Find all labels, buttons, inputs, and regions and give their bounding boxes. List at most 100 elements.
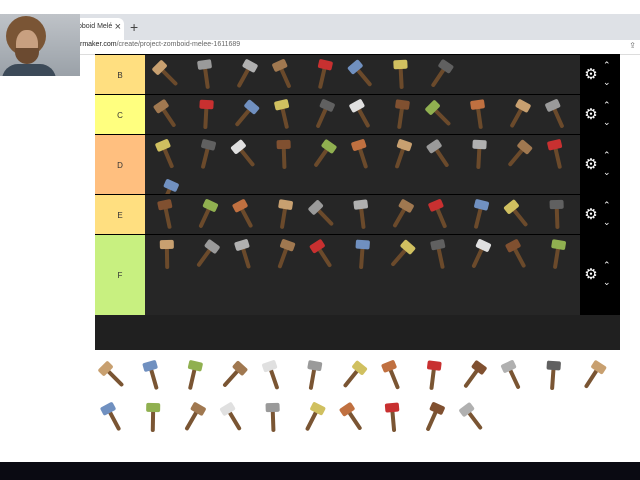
item-icon[interactable] <box>422 197 458 233</box>
tier-label[interactable]: B <box>95 55 145 95</box>
item-icon[interactable] <box>149 57 185 93</box>
pool-item-icon[interactable] <box>175 358 211 394</box>
pool-item-icon[interactable] <box>495 358 531 394</box>
pool-item-icon[interactable] <box>295 400 331 436</box>
item-icon[interactable] <box>383 137 419 173</box>
item-icon[interactable] <box>422 237 458 273</box>
pool-item-icon[interactable] <box>415 358 451 394</box>
chevron-down-icon[interactable]: ⌄ <box>603 117 611 128</box>
item-icon[interactable] <box>539 237 575 273</box>
item-icon[interactable] <box>188 57 224 93</box>
tier-label[interactable]: F <box>95 235 145 315</box>
item-icon[interactable] <box>227 197 263 233</box>
chevron-down-icon[interactable]: ⌄ <box>603 277 611 288</box>
item-icon[interactable] <box>305 237 341 273</box>
item-icon[interactable] <box>305 57 341 93</box>
item-icon[interactable] <box>344 237 380 273</box>
item-icon[interactable] <box>188 197 224 233</box>
chevron-up-icon[interactable]: ⌃ <box>603 60 611 71</box>
item-icon[interactable] <box>344 97 380 133</box>
pool-item-icon[interactable] <box>215 400 251 436</box>
tier-label[interactable]: D <box>95 135 145 195</box>
item-icon[interactable] <box>227 137 263 173</box>
item-icon[interactable] <box>188 237 224 273</box>
item-icon[interactable] <box>227 237 263 273</box>
item-icon[interactable] <box>539 197 575 233</box>
item-icon[interactable] <box>500 97 536 133</box>
item-icon[interactable] <box>383 57 419 93</box>
chevron-up-icon[interactable]: ⌃ <box>603 260 611 271</box>
pool-item-icon[interactable] <box>95 358 131 394</box>
item-icon[interactable] <box>539 137 575 173</box>
close-tab-icon[interactable]: × <box>115 21 121 33</box>
pool-item-icon[interactable] <box>255 400 291 436</box>
pool-item-icon[interactable] <box>175 400 211 436</box>
url-text[interactable]: rmaker.com/create/project-zomboid-melee-… <box>80 41 240 48</box>
pool-item-icon[interactable] <box>95 400 131 436</box>
new-tab-button[interactable]: + <box>130 19 138 35</box>
chevron-up-icon[interactable]: ⌃ <box>603 200 611 211</box>
item-icon[interactable] <box>188 97 224 133</box>
chevron-down-icon[interactable]: ⌄ <box>603 77 611 88</box>
pool-item-icon[interactable] <box>335 358 371 394</box>
pool-item-icon[interactable] <box>295 358 331 394</box>
item-icon[interactable] <box>539 97 575 133</box>
item-icon[interactable] <box>305 137 341 173</box>
chevron-down-icon[interactable]: ⌄ <box>603 217 611 228</box>
item-icon[interactable] <box>266 137 302 173</box>
item-icon[interactable] <box>266 57 302 93</box>
item-icon[interactable] <box>344 57 380 93</box>
item-icon[interactable] <box>344 197 380 233</box>
pool-item-icon[interactable] <box>135 358 171 394</box>
item-icon[interactable] <box>422 137 458 173</box>
item-icon[interactable] <box>500 197 536 233</box>
item-icon[interactable] <box>461 137 497 173</box>
item-icon[interactable] <box>266 237 302 273</box>
item-icon[interactable] <box>383 97 419 133</box>
share-icon[interactable]: ⇪ <box>629 41 636 50</box>
item-icon[interactable] <box>383 237 419 273</box>
pool-item-icon[interactable] <box>415 400 451 436</box>
tier-label[interactable]: C <box>95 95 145 135</box>
item-icon[interactable] <box>500 137 536 173</box>
pool-item-icon[interactable] <box>535 358 571 394</box>
item-icon[interactable] <box>188 137 224 173</box>
item-icon[interactable] <box>227 57 263 93</box>
pool-item-icon[interactable] <box>215 358 251 394</box>
pool-item-icon[interactable] <box>375 358 411 394</box>
item-icon[interactable] <box>461 197 497 233</box>
item-icon[interactable] <box>149 237 185 273</box>
item-icon[interactable] <box>305 97 341 133</box>
item-icon[interactable] <box>227 97 263 133</box>
item-icon[interactable] <box>344 137 380 173</box>
item-icon[interactable] <box>305 197 341 233</box>
item-icon[interactable] <box>422 97 458 133</box>
pool-item-icon[interactable] <box>375 400 411 436</box>
tier-label[interactable]: E <box>95 195 145 235</box>
gear-icon[interactable]: ⚙ <box>582 266 600 284</box>
item-icon[interactable] <box>500 237 536 273</box>
item-icon[interactable] <box>149 97 185 133</box>
item-icon[interactable] <box>149 197 185 233</box>
item-icon[interactable] <box>266 97 302 133</box>
gear-icon[interactable]: ⚙ <box>582 206 600 224</box>
pool-item-icon[interactable] <box>455 358 491 394</box>
item-icon[interactable] <box>266 197 302 233</box>
gear-icon[interactable]: ⚙ <box>582 156 600 174</box>
item-icon[interactable] <box>149 137 185 173</box>
chevron-down-icon[interactable]: ⌄ <box>603 167 611 178</box>
gear-icon[interactable]: ⚙ <box>582 106 600 124</box>
chevron-up-icon[interactable]: ⌃ <box>603 150 611 161</box>
pool-item-icon[interactable] <box>455 400 491 436</box>
item-icon[interactable] <box>383 197 419 233</box>
pool-item-icon[interactable] <box>575 358 611 394</box>
pool-item-icon[interactable] <box>335 400 371 436</box>
address-bar[interactable]: rmaker.com/create/project-zomboid-melee-… <box>0 40 640 55</box>
pool-item-icon[interactable] <box>135 400 171 436</box>
pool-item-icon[interactable] <box>255 358 291 394</box>
item-icon[interactable] <box>422 57 458 93</box>
item-icon[interactable] <box>461 97 497 133</box>
gear-icon[interactable]: ⚙ <box>582 66 600 84</box>
chevron-up-icon[interactable]: ⌃ <box>603 100 611 111</box>
item-icon[interactable] <box>461 237 497 273</box>
